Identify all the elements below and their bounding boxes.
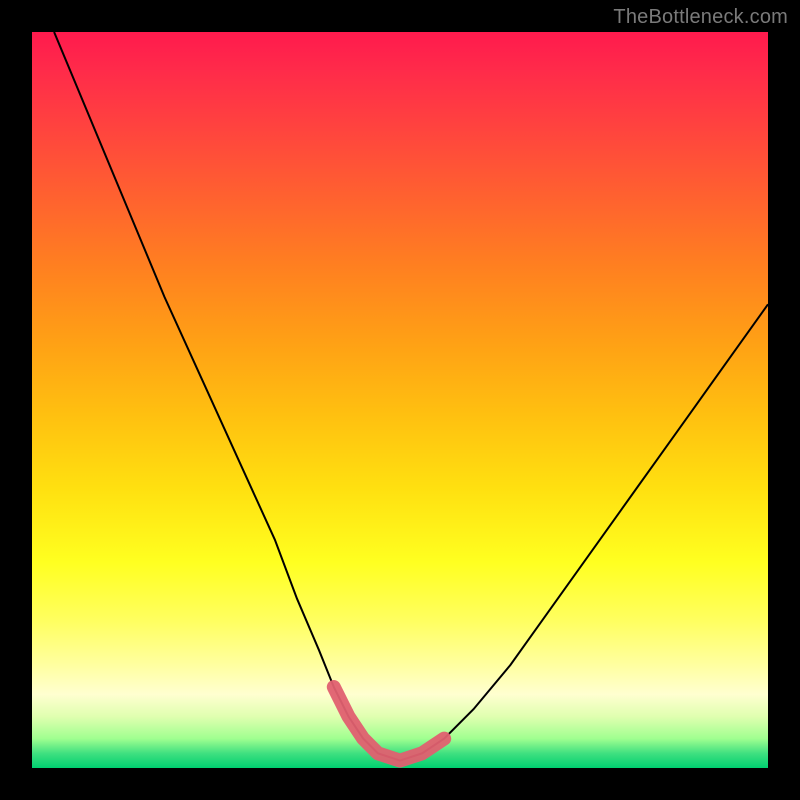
chart-svg — [32, 32, 768, 768]
optimal-range-highlight — [334, 687, 444, 761]
chart-container: TheBottleneck.com — [0, 0, 800, 800]
bottleneck-curve-left — [54, 32, 768, 761]
plot-area — [32, 32, 768, 768]
watermark-text: TheBottleneck.com — [613, 6, 788, 29]
